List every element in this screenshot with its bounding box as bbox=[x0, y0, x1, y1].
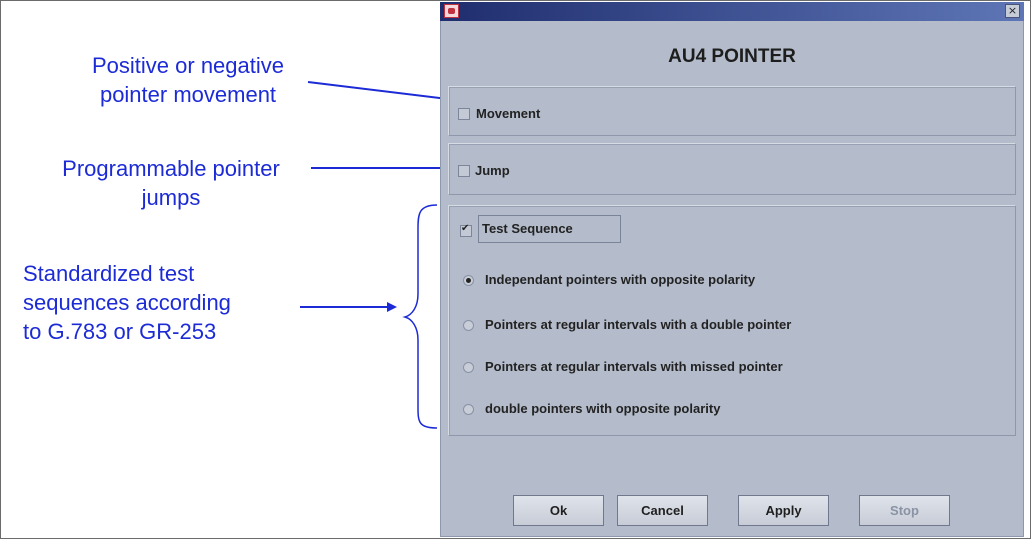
test-sequence-label: Test Sequence bbox=[482, 221, 573, 236]
ok-button[interactable]: Ok bbox=[513, 495, 604, 526]
option-label: Independant pointers with opposite polar… bbox=[485, 272, 756, 287]
app-icon bbox=[444, 4, 459, 18]
annotation-movement: Positive or negative pointer movement bbox=[48, 51, 328, 109]
dialog-title: AU4 POINTER bbox=[668, 46, 796, 67]
jump-label: Jump bbox=[475, 163, 510, 178]
close-button[interactable]: × bbox=[1005, 4, 1020, 18]
movement-label: Movement bbox=[476, 106, 541, 121]
option-label: double pointers with opposite polarity bbox=[485, 401, 721, 416]
option-label: Pointers at regular intervals with a dou… bbox=[485, 317, 792, 332]
radio-double-opposite-polarity[interactable] bbox=[463, 404, 474, 415]
stop-button[interactable]: Stop bbox=[859, 495, 950, 526]
annotation-line: jumps bbox=[141, 185, 201, 210]
radio-regular-double-pointer[interactable] bbox=[463, 320, 474, 331]
au4-pointer-dialog: × AU4 POINTER Movement Jump Test Sequenc… bbox=[440, 2, 1024, 537]
option-label: Pointers at regular intervals with misse… bbox=[485, 359, 783, 374]
annotation-line: pointer movement bbox=[99, 82, 277, 107]
annotation-line: to G.783 or GR-253 bbox=[23, 319, 217, 344]
annotation-line: Standardized test bbox=[23, 261, 195, 286]
annotation-line: Positive or negative bbox=[92, 53, 284, 78]
title-bar: × bbox=[440, 2, 1024, 21]
annotation-sequences: Standardized test sequences according to… bbox=[23, 259, 303, 346]
test-sequence-checkbox[interactable] bbox=[460, 223, 472, 237]
radio-regular-missed-pointer[interactable] bbox=[463, 362, 474, 373]
annotation-line: Programmable pointer bbox=[62, 156, 280, 181]
jump-panel bbox=[448, 143, 1016, 195]
radio-independant-pointers[interactable] bbox=[463, 275, 474, 286]
apply-button[interactable]: Apply bbox=[738, 495, 829, 526]
movement-checkbox[interactable] bbox=[458, 108, 470, 120]
jump-checkbox[interactable] bbox=[458, 165, 470, 177]
annotation-line: sequences according bbox=[23, 290, 231, 315]
annotation-jumps: Programmable pointer jumps bbox=[30, 154, 312, 212]
cancel-button[interactable]: Cancel bbox=[617, 495, 708, 526]
